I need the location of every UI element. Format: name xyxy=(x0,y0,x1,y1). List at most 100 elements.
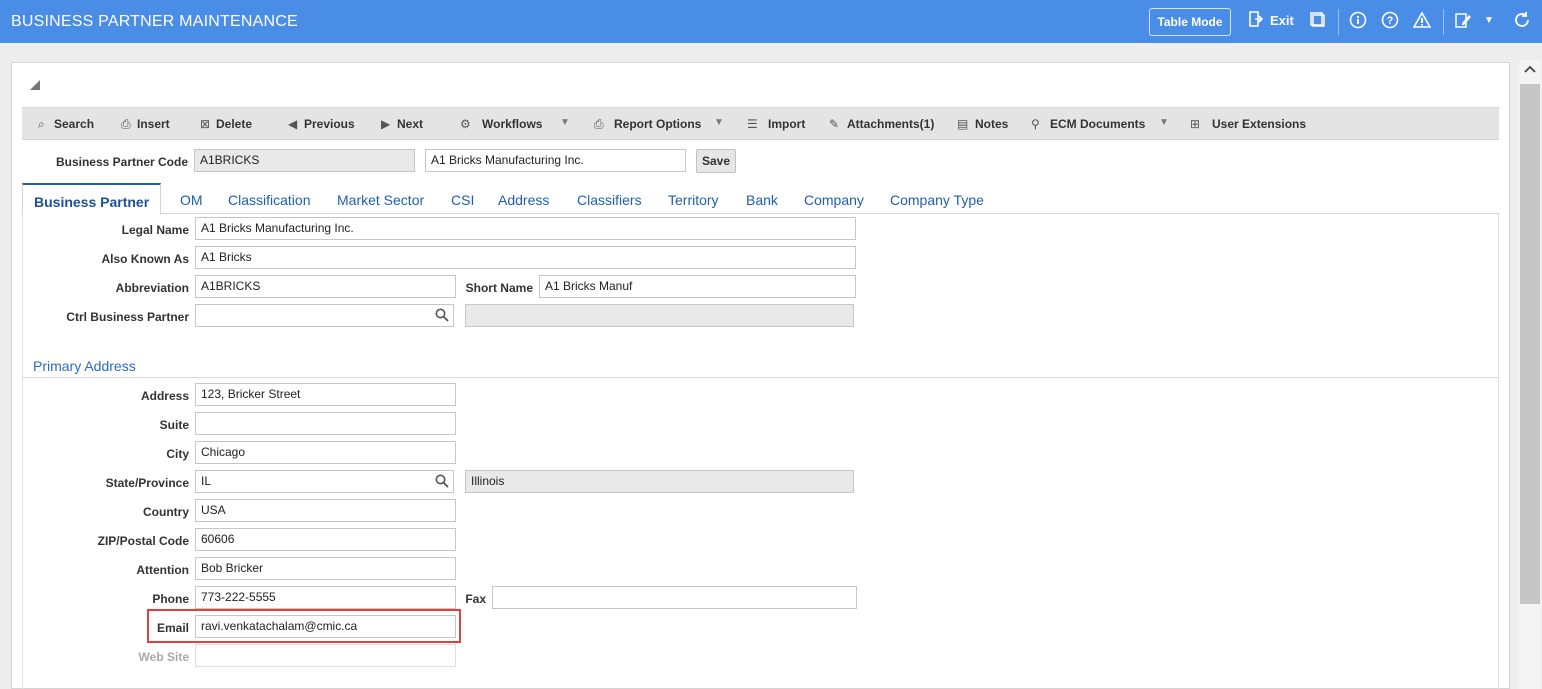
exit-button[interactable]: Exit xyxy=(1270,13,1294,28)
tab-csi[interactable]: CSI xyxy=(451,192,474,208)
info-icon[interactable] xyxy=(1349,11,1367,31)
arrow-right-icon: ▶ xyxy=(381,117,391,131)
primary-address-section: Primary Address xyxy=(22,356,1499,378)
bp-code-input[interactable]: A1BRICKS xyxy=(194,149,415,172)
chevron-down-icon[interactable]: ▼ xyxy=(560,117,570,128)
short-name-label: Short Name xyxy=(465,281,533,295)
city-label: City xyxy=(166,447,189,461)
delete-button[interactable]: ⊠ Delete xyxy=(200,117,252,131)
phone-label: Phone xyxy=(152,592,189,606)
user-extensions-button[interactable]: ⊞ User Extensions xyxy=(1190,117,1306,131)
tab-territory[interactable]: Territory xyxy=(668,192,719,208)
attention-label: Attention xyxy=(136,563,189,577)
page-title: BUSINESS PARTNER MAINTENANCE xyxy=(11,13,298,30)
search-doc-icon: ⌕ xyxy=(38,117,45,131)
ecm-icon: ⚲ xyxy=(1031,117,1040,131)
scrollbar-thumb[interactable] xyxy=(1520,84,1540,604)
state-description: Illinois xyxy=(465,470,854,493)
exit-icon[interactable] xyxy=(1249,11,1264,31)
header-divider xyxy=(1338,9,1339,35)
report-options-button[interactable]: ⎙ Report Options ▼ xyxy=(594,117,724,132)
chevron-down-icon[interactable]: ▼ xyxy=(1159,117,1169,128)
search-button[interactable]: ⌕ Search xyxy=(38,117,94,132)
insert-icon: ⎙ xyxy=(121,117,131,131)
address-input[interactable]: 123, Bricker Street xyxy=(195,383,456,406)
next-button[interactable]: ▶ Next xyxy=(381,117,423,131)
action-toolbar: ⌕ Search ⎙ Insert ⊠ Delete ◀ Previous ▶ Next … xyxy=(22,107,1499,140)
delete-icon: ⊠ xyxy=(200,117,211,131)
tab-om[interactable]: OM xyxy=(180,192,203,208)
web-site-input[interactable] xyxy=(195,644,456,667)
zip-label: ZIP/Postal Code xyxy=(97,534,189,548)
chevron-up-icon[interactable] xyxy=(1522,62,1538,78)
hierarchy-icon: ⊞ xyxy=(1190,117,1201,131)
ecm-documents-button[interactable]: ⚲ ECM Documents ▼ xyxy=(1031,117,1169,131)
ctrl-bp-input[interactable] xyxy=(195,304,454,327)
chevron-down-icon[interactable]: ▼ xyxy=(714,117,724,128)
bp-name-input[interactable]: A1 Bricks Manufacturing Inc. xyxy=(425,149,686,172)
country-label: Country xyxy=(143,505,189,519)
save-button[interactable]: Save xyxy=(696,149,736,173)
legal-name-label: Legal Name xyxy=(121,223,189,237)
tab-address[interactable]: Address xyxy=(498,192,549,208)
fax-label: Fax xyxy=(465,592,486,606)
attachments-button[interactable]: ✎ Attachments(1) xyxy=(829,117,934,131)
header-divider xyxy=(1443,9,1444,35)
suite-label: Suite xyxy=(159,418,189,432)
ctrl-bp-label: Ctrl Business Partner xyxy=(66,310,189,324)
refresh-icon[interactable] xyxy=(1513,11,1531,31)
tab-bank[interactable]: Bank xyxy=(746,192,778,208)
fax-input[interactable] xyxy=(492,586,857,609)
attention-input[interactable]: Bob Bricker xyxy=(195,557,456,580)
tab-business-partner[interactable]: Business Partner xyxy=(22,183,162,215)
warning-icon[interactable] xyxy=(1412,11,1432,31)
zip-input[interactable]: 60606 xyxy=(195,528,456,551)
chevron-down-icon[interactable]: ▼ xyxy=(1484,11,1494,31)
tab-market-sector[interactable]: Market Sector xyxy=(337,192,424,208)
tab-bar: Business Partner OM Classification Marke… xyxy=(22,183,1499,215)
workflows-button[interactable]: ⚙ Workflows ▼ xyxy=(460,117,570,131)
also-known-as-label: Also Known As xyxy=(101,252,189,266)
table-mode-button[interactable]: Table Mode xyxy=(1149,8,1231,36)
search-icon[interactable] xyxy=(435,474,449,488)
app-header: BUSINESS PARTNER MAINTENANCE Table Mode … xyxy=(0,0,1542,43)
help-icon[interactable]: ? xyxy=(1381,11,1399,31)
phone-input[interactable]: 773-222-5555 xyxy=(195,586,456,609)
also-known-as-input[interactable]: A1 Bricks xyxy=(195,246,856,269)
tab-classifiers[interactable]: Classifiers xyxy=(577,192,642,208)
tab-classification[interactable]: Classification xyxy=(228,192,310,208)
legal-name-input[interactable]: A1 Bricks Manufacturing Inc. xyxy=(195,217,856,240)
gears-icon: ⚙ xyxy=(460,117,471,131)
insert-button[interactable]: ⎙ Insert xyxy=(121,117,170,132)
printer-icon: ⎙ xyxy=(594,117,604,131)
notes-icon: ▤ xyxy=(957,117,969,131)
abbreviation-input[interactable]: A1BRICKS xyxy=(195,275,456,298)
edit-icon[interactable] xyxy=(1454,11,1472,31)
address-label: Address xyxy=(140,389,189,403)
bp-code-label: Business Partner Code xyxy=(55,155,188,169)
previous-button[interactable]: ◀ Previous xyxy=(288,117,355,131)
short-name-input[interactable]: A1 Bricks Manuf xyxy=(539,275,856,298)
import-icon: ☰ xyxy=(747,117,758,131)
state-input[interactable]: IL xyxy=(195,470,454,493)
print-icon[interactable] xyxy=(1309,11,1325,31)
city-input[interactable]: Chicago xyxy=(195,441,456,464)
email-label: Email xyxy=(156,621,189,635)
tab-company-type[interactable]: Company Type xyxy=(890,192,984,208)
tab-company[interactable]: Company xyxy=(804,192,864,208)
web-site-label: Web Site xyxy=(138,650,189,664)
search-icon[interactable] xyxy=(435,308,449,322)
suite-input[interactable] xyxy=(195,412,456,435)
section-title: Primary Address xyxy=(33,358,136,374)
email-input[interactable]: ravi.venkatachalam@cmic.ca xyxy=(195,615,456,638)
paperclip-icon: ✎ xyxy=(829,117,840,131)
svg-text:?: ? xyxy=(1387,15,1394,27)
import-button[interactable]: ☰ Import xyxy=(747,117,805,131)
arrow-left-icon: ◀ xyxy=(288,117,298,131)
ctrl-bp-description xyxy=(465,304,854,327)
country-input[interactable]: USA xyxy=(195,499,456,522)
state-label: State/Province xyxy=(105,476,189,490)
abbreviation-label: Abbreviation xyxy=(115,281,189,295)
collapse-triangle-icon[interactable] xyxy=(30,79,40,90)
notes-button[interactable]: ▤ Notes xyxy=(957,117,1008,131)
